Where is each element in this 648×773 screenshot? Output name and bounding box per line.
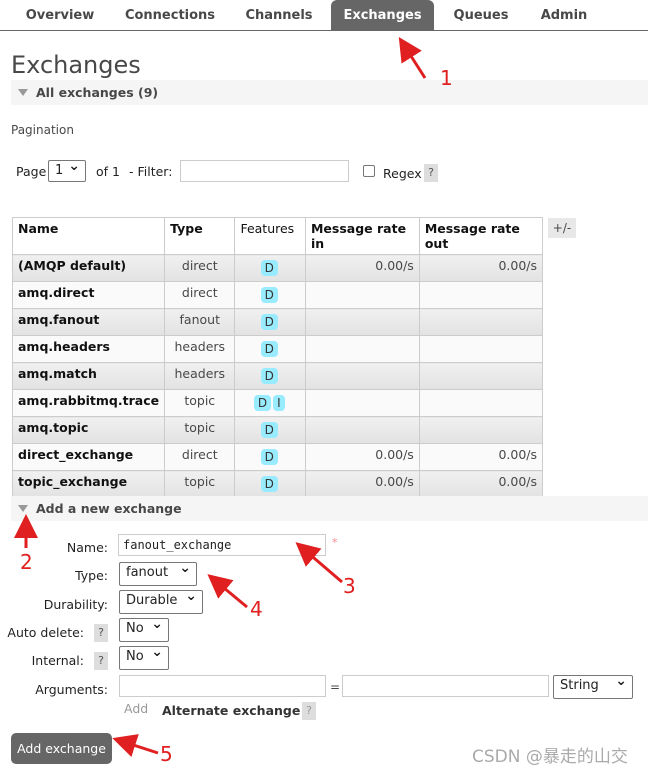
arrow-4: [207, 574, 248, 609]
annotation-arrows: [13, 36, 427, 757]
watermark: CSDN @暴走的山交: [472, 747, 628, 767]
annotation-4: 4: [250, 597, 263, 621]
arrow-1: [398, 36, 427, 79]
arrow-5: [112, 734, 159, 757]
annotation-2: 2: [20, 550, 33, 574]
annotation-3: 3: [343, 574, 356, 598]
annotation-1: 1: [440, 66, 453, 90]
arrow-3: [295, 542, 343, 584]
annotation-5: 5: [160, 742, 173, 766]
